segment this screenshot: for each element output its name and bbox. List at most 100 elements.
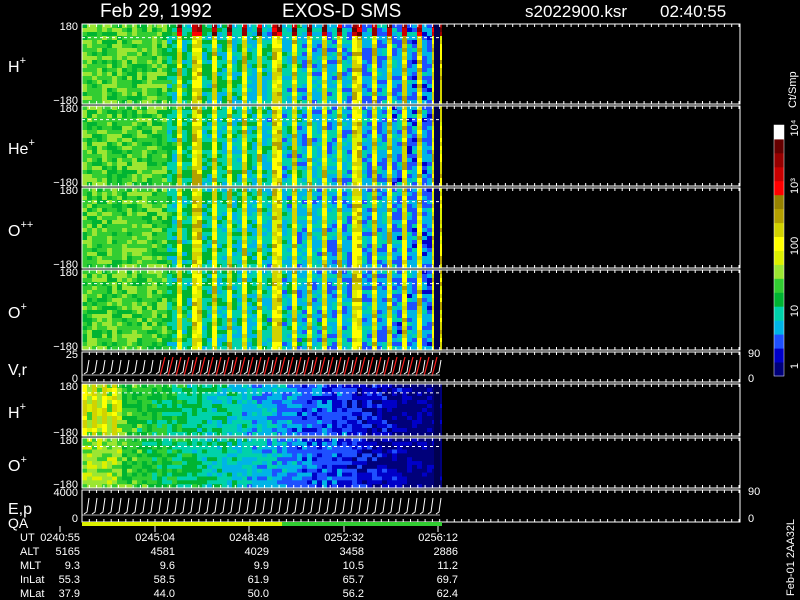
panel-label-text: V,r (8, 362, 28, 379)
spectrogram-cells (82, 384, 442, 437)
y-tick-top: 25 (66, 349, 78, 361)
panel-1: He+180−180 (8, 103, 741, 189)
panel-frame (81, 489, 741, 523)
plot-date: Feb 29, 1992 (100, 1, 212, 22)
ephemeris-value: 0252:32 (324, 532, 364, 544)
y-tick-top: 180 (60, 185, 78, 197)
panel-label: H+ (8, 401, 26, 422)
data-edge (434, 24, 440, 104)
ephemeris-value: 0248:48 (229, 532, 269, 544)
data-edge (434, 106, 440, 186)
colorbar-swatch (774, 208, 784, 224)
panel-0: H+180−180 (8, 21, 741, 107)
ephemeris-value: 10.5 (343, 560, 364, 572)
panel-label-sup: + (28, 137, 34, 149)
ephemeris-value: 50.0 (248, 588, 269, 600)
panel-label: V,r (8, 362, 28, 379)
plot-time: 02:40:55 (660, 2, 726, 21)
colorbar-swatch (774, 194, 784, 210)
ephemeris-value: 61.9 (248, 574, 269, 586)
y2-tick-top: 90 (748, 486, 760, 498)
colorbar-tick: 10³ (789, 178, 800, 194)
ephemeris-label: ALT (20, 546, 40, 558)
panel-label-text: O (8, 223, 20, 240)
colorbar-tick: 10 (789, 305, 800, 317)
ephemeris-value: 2886 (434, 546, 458, 558)
panel-label-text: H (8, 405, 20, 422)
colorbar-tick: 1 (789, 363, 800, 369)
spectrogram-cells (82, 188, 442, 269)
panel-label-text: O (8, 305, 20, 322)
y-tick-top: 180 (60, 381, 78, 393)
y-tick-top: 180 (60, 21, 78, 33)
panel-6: O+180−180 (8, 435, 741, 491)
ephemeris-value: 56.2 (343, 588, 364, 600)
panel-frame (81, 351, 741, 383)
colorbar-swatch (774, 306, 784, 321)
y2-tick-bottom: 0 (748, 513, 754, 525)
colorbar-swatch (774, 222, 784, 237)
colorbar: 1 10 100 10³ 10⁴ Ct/Smp (773, 71, 800, 377)
panel-label: O++ (8, 219, 33, 240)
plot-file: s2022900.ksr (525, 2, 627, 21)
colorbar-tick: 10⁴ (789, 119, 800, 136)
panel-label-text: H (8, 59, 20, 76)
panel-label-sup: + (20, 55, 26, 67)
panel-label-sup: + (20, 454, 26, 466)
colorbar-swatch (774, 180, 784, 196)
colorbar-swatch (774, 334, 784, 349)
ephemeris-value: 9.6 (160, 560, 175, 572)
ephemeris-value: 62.4 (437, 588, 458, 600)
y-tick-top: 180 (60, 435, 78, 447)
panel-5: H+180−180 (8, 381, 741, 439)
panel-label-sup: + (20, 301, 26, 313)
colorbar-swatch (774, 250, 784, 265)
ephemeris-value: 0245:04 (135, 532, 175, 544)
panel-label-text: O (8, 458, 20, 475)
panel-label: O+ (8, 301, 27, 322)
y-tick-top: 4000 (54, 487, 78, 499)
y-tick-top: 180 (60, 103, 78, 115)
qa-strip (82, 522, 442, 526)
colorbar-swatch (774, 348, 784, 363)
colorbar-swatch (774, 125, 784, 140)
panel-label-sup: ++ (20, 219, 33, 231)
colorbar-swatch (774, 138, 784, 154)
ephemeris-value: 65.7 (343, 574, 364, 586)
ephemeris-value: 0256:12 (418, 532, 458, 544)
colorbar-swatch (774, 292, 784, 307)
panels-group: H+180−180He+180−180O++180−180O+180−180V,… (8, 21, 760, 531)
ephemeris-value: 58.5 (154, 574, 175, 586)
colorbar-swatch (774, 320, 784, 335)
panel-3: O+180−180 (8, 267, 741, 353)
spectrogram-cells (82, 106, 442, 187)
ephemeris-label: InLat (20, 574, 44, 586)
colorbar-swatch (774, 236, 784, 251)
panel-label: H+ (8, 55, 26, 76)
trace-white (83, 497, 442, 515)
panel-label-secondary: QA (8, 515, 29, 531)
y-tick-top: 180 (60, 267, 78, 279)
ephemeris-label: MLat (20, 588, 44, 600)
ephemeris-value: 5165 (56, 546, 80, 558)
ephemeris-value: 37.9 (59, 588, 80, 600)
y2-tick-top: 90 (748, 348, 760, 360)
ephemeris-value: 4581 (151, 546, 175, 558)
data-edge (434, 438, 440, 488)
ephemeris-table: UT ALT MLT InLat MLat 0240:55 5165 9.3 55.3 37.9 0… (20, 526, 458, 600)
panel-label-sup: + (20, 401, 26, 413)
trace (82, 497, 442, 516)
ephemeris-label: UT (20, 532, 35, 544)
trace-red (159, 356, 438, 377)
spectrogram-cells (82, 438, 442, 489)
y-tick-bottom: 0 (72, 513, 78, 525)
colorbar-unit: Ct/Smp (787, 71, 799, 108)
sms-plot: Feb 29, 1992 EXOS-D SMS s2022900.ksr 02:… (8, 1, 800, 600)
spectrogram-cells (82, 24, 442, 105)
y2-tick-bottom: 0 (748, 373, 754, 385)
colorbar-swatch (774, 166, 784, 182)
panel-2: O++180−180 (8, 185, 741, 271)
colorbar-swatch (774, 152, 784, 168)
colorbar-tick: 100 (789, 237, 800, 255)
ephemeris-value: 0240:55 (40, 532, 80, 544)
